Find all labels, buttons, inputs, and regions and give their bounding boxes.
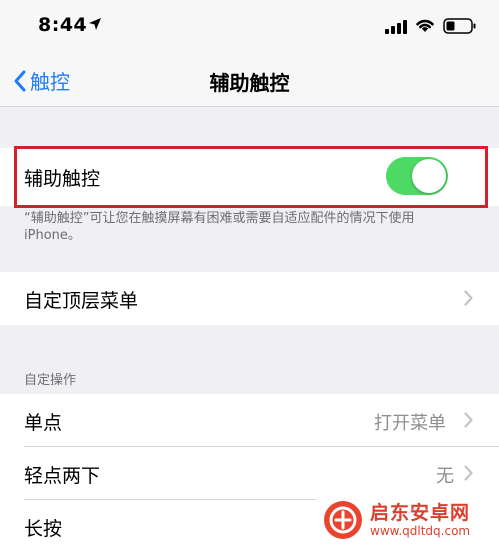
assistive-touch-label: 辅助触控	[24, 168, 101, 190]
watermark-logo-icon	[324, 501, 362, 539]
chevron-right-icon	[464, 290, 473, 306]
watermark-name: 启东安卓网	[370, 502, 471, 524]
toggle-knob	[412, 159, 446, 193]
double-tap-label: 轻点两下	[24, 465, 101, 487]
single-tap-row[interactable]: 单点 打开菜单	[0, 394, 499, 446]
location-arrow-icon	[89, 18, 101, 30]
watermark-url: www.qdltdq.com	[370, 524, 471, 538]
battery-icon	[443, 18, 476, 34]
long-press-label: 长按	[24, 518, 63, 540]
chevron-right-icon	[464, 412, 473, 428]
navigation-bar: 触控 辅助触控	[0, 52, 499, 107]
page-title: 辅助触控	[209, 71, 290, 95]
single-tap-label: 单点	[24, 412, 63, 434]
wifi-icon	[416, 19, 434, 32]
chevron-right-icon	[464, 465, 473, 481]
customize-top-menu-label: 自定顶层菜单	[24, 290, 139, 312]
cellular-signal-icon	[385, 20, 407, 34]
assistive-touch-toggle[interactable]	[386, 157, 448, 195]
single-tap-value: 打开菜单	[374, 413, 446, 434]
custom-actions-header: 自定操作	[24, 373, 77, 388]
status-bar: 8:44	[0, 0, 499, 52]
watermark: 启东安卓网 www.qdltdq.com	[316, 492, 499, 546]
customize-top-menu-row[interactable]: 自定顶层菜单	[0, 272, 499, 325]
double-tap-value: 无	[436, 466, 454, 487]
status-time: 8:44	[38, 14, 88, 36]
assistive-touch-footnote: “辅助触控”可让您在触摸屏幕有困难或需要自适应配件的情况下使用 iPhone。	[24, 211, 415, 243]
